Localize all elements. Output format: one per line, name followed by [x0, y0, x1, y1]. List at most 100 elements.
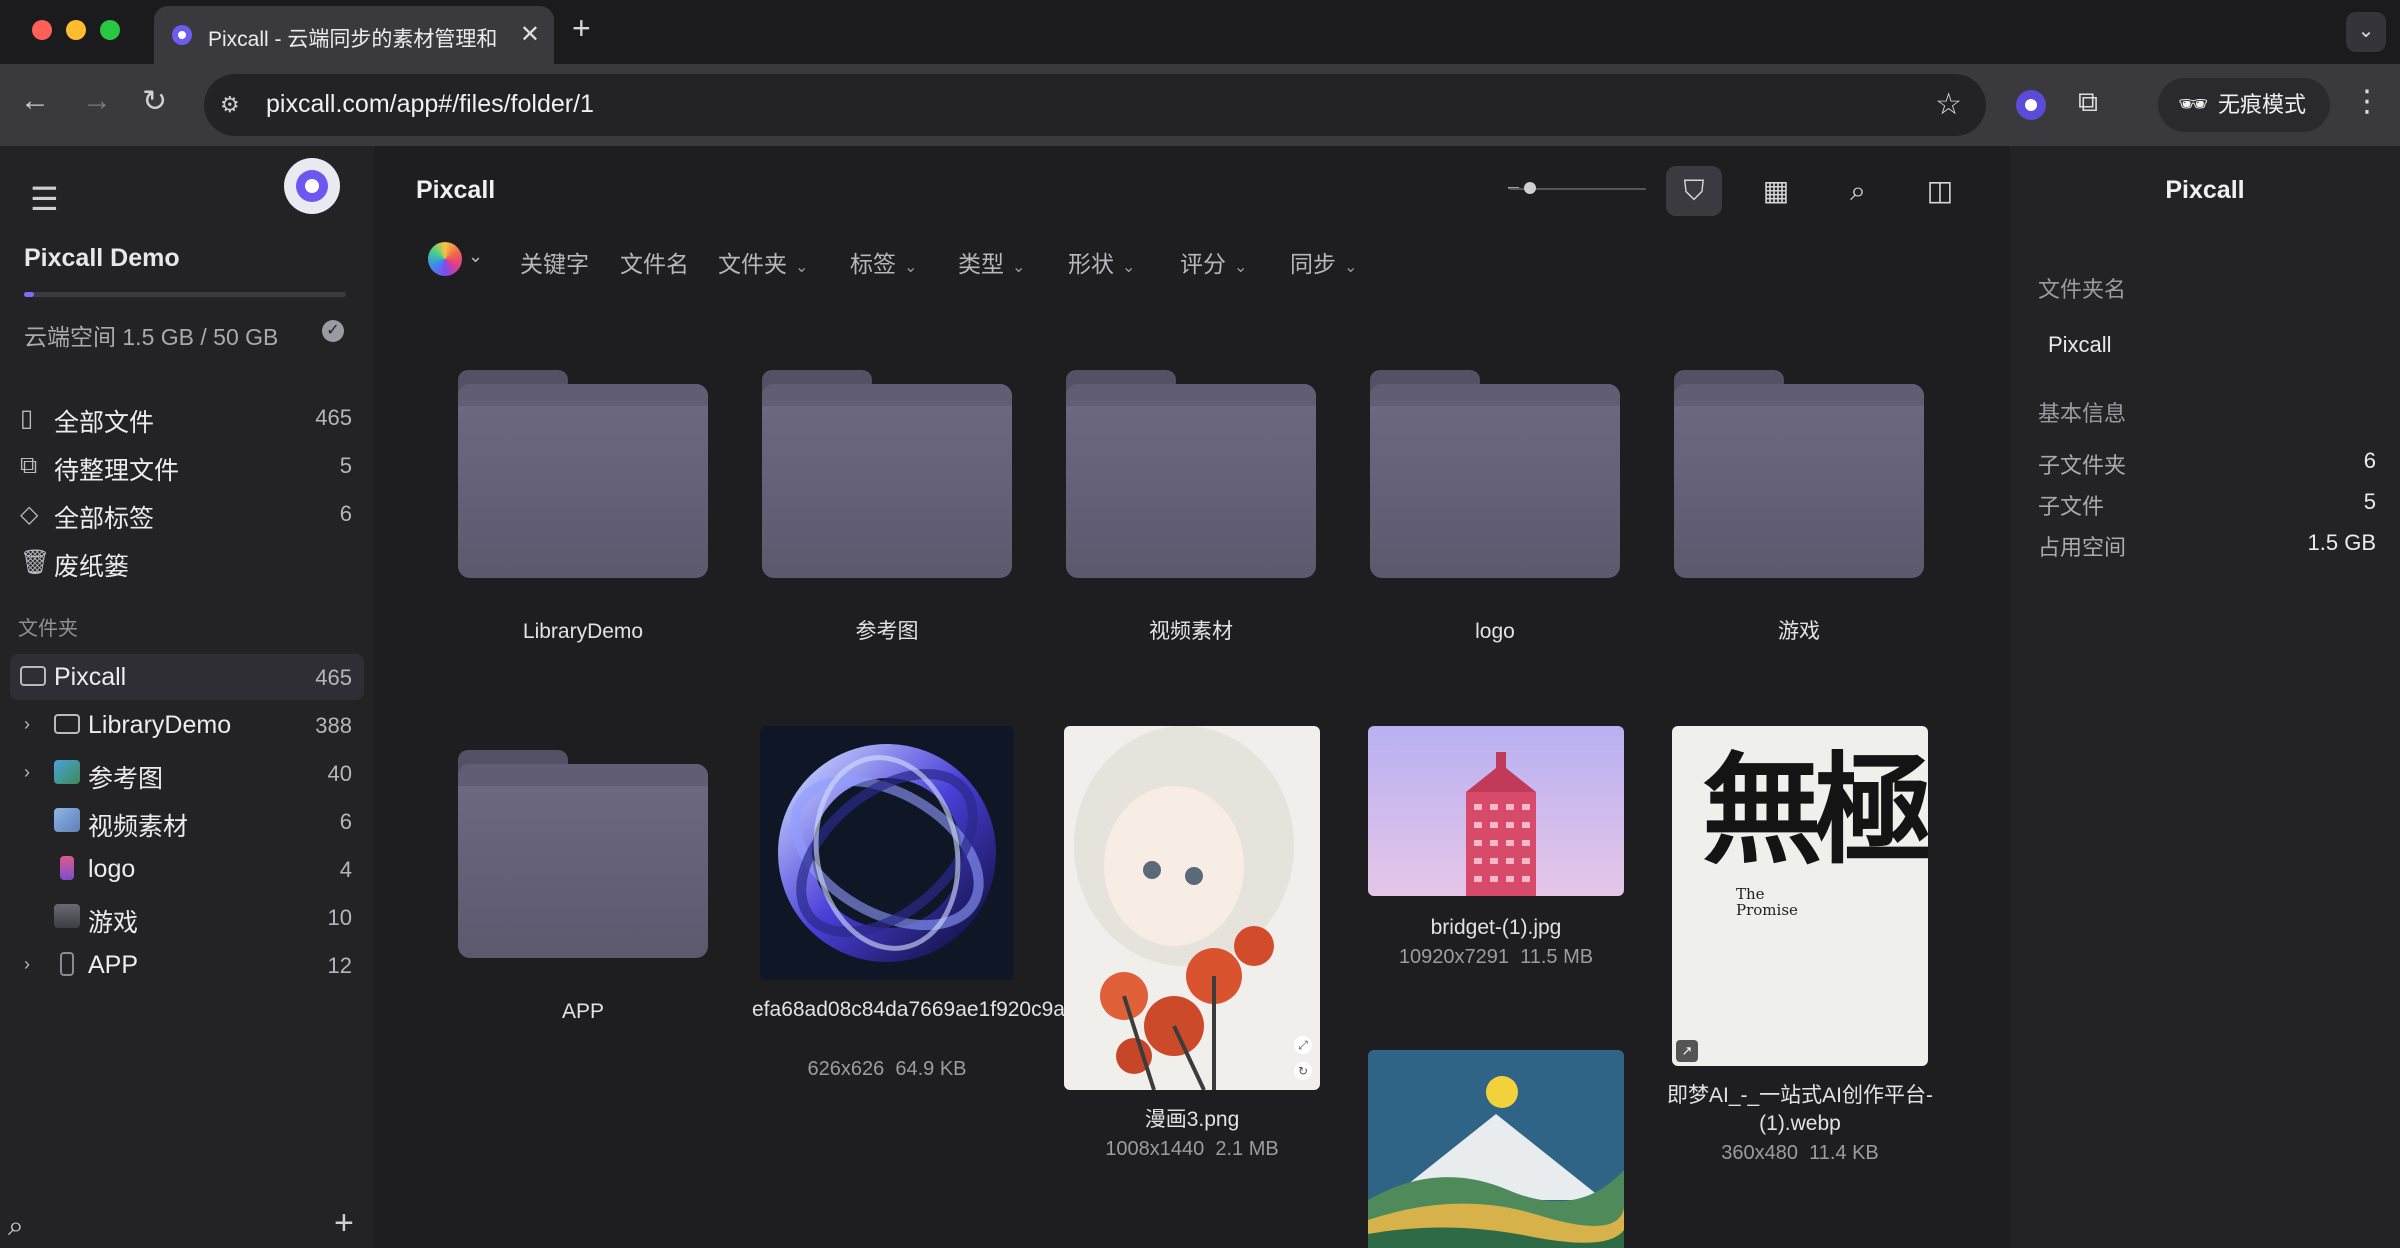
pixcall-extension-icon[interactable] — [2016, 90, 2046, 120]
url-text[interactable]: pixcall.com/app#/files/folder/1 — [266, 90, 594, 119]
filter-sync[interactable]: 同步 ⌄ — [1290, 245, 1357, 279]
chevron-down-icon: ⌄ — [904, 259, 918, 276]
folder-name: APP — [561, 1000, 605, 1023]
browser-toolbar: ← → ↻ ⚙ pixcall.com/app#/files/folder/1 … — [0, 64, 2400, 146]
file-thumbnail[interactable] — [760, 726, 1014, 980]
maximize-window-button[interactable] — [100, 20, 120, 40]
reload-icon[interactable]: ↻ — [142, 84, 167, 119]
storage-used-value: 1.5 GB — [2307, 530, 2376, 555]
new-tab-button[interactable]: + — [572, 10, 591, 47]
expand-icon[interactable]: ⤢ — [1294, 1036, 1312, 1054]
search-icon[interactable]: ⌕ — [8, 1210, 24, 1243]
file-name: 漫画3.png — [1144, 1108, 1240, 1131]
nav-count: 465 — [315, 405, 352, 430]
sync-ok-icon: ✓ — [322, 320, 344, 342]
poster-title: The Promise — [1736, 886, 1806, 918]
building-image — [1466, 752, 1536, 896]
search-button[interactable]: ⌕ — [1830, 166, 1886, 216]
file-thumbnail[interactable]: 無極 The Promise ↗ — [1672, 726, 1928, 1066]
sidebar: ☰ Pixcall Demo 云端空间 1.5 GB / 50 GB ✓ ▯ 全… — [0, 146, 374, 1248]
folder-icon — [458, 750, 708, 958]
info-panel-title: Pixcall — [2165, 176, 2245, 204]
avatar[interactable] — [284, 158, 340, 214]
file-thumbnail[interactable] — [1368, 1050, 1624, 1248]
chevron-right-icon[interactable]: › — [24, 762, 30, 783]
folder-label: APP — [88, 951, 139, 979]
folder-count: 465 — [315, 665, 352, 690]
chevron-down-icon[interactable]: ⌄ — [468, 246, 483, 267]
incognito-indicator[interactable]: 🕶 无痕模式 — [2158, 78, 2330, 132]
sidebar-folder-app[interactable]: › APP 12 — [10, 942, 364, 988]
external-link-icon[interactable]: ↗ — [1676, 1040, 1698, 1062]
filter-button[interactable]: ⛉ — [1666, 166, 1722, 216]
sidebar-folder-librarydemo[interactable]: › LibraryDemo 388 — [10, 702, 364, 748]
storage-usage-bar — [24, 292, 346, 297]
browser-menu-icon[interactable]: ⋮ — [2352, 84, 2382, 119]
folder-icon — [1066, 370, 1316, 578]
filter-label: 文件夹 — [718, 251, 787, 277]
filter-label: 标签 — [850, 251, 896, 277]
video-folder-icon — [54, 808, 80, 832]
filter-rating[interactable]: 评分 ⌄ — [1180, 245, 1247, 279]
filter-filename[interactable]: 文件名 — [620, 245, 689, 279]
filter-folder[interactable]: 文件夹 ⌄ — [718, 245, 808, 279]
file-thumbnail[interactable]: ⤢ ↻ — [1064, 726, 1320, 1090]
back-icon[interactable]: ← — [20, 84, 50, 118]
close-tab-icon[interactable]: ✕ — [520, 20, 540, 49]
extensions-puzzle-icon[interactable]: ⧉ — [2078, 86, 2098, 119]
chevron-right-icon[interactable]: › — [24, 714, 30, 735]
minimize-window-button[interactable] — [66, 20, 86, 40]
hamburger-menu-icon[interactable]: ☰ — [30, 180, 59, 218]
file-size: 2.1 MB — [1215, 1138, 1279, 1160]
file-meta: 360x480 11.4 KB — [1665, 1142, 1935, 1165]
folder-name-field[interactable]: Pixcall — [2048, 332, 2112, 358]
app-folder-icon — [60, 952, 74, 976]
filter-tag[interactable]: 标签 ⌄ — [850, 245, 917, 279]
address-bar[interactable]: ⚙ pixcall.com/app#/files/folder/1 ☆ — [204, 74, 1986, 136]
file-thumbnail[interactable] — [1368, 726, 1624, 896]
folder-label: 游戏 — [88, 909, 139, 937]
nav-all-files[interactable]: ▯ 全部文件 465 — [10, 394, 364, 440]
toggle-panel-button[interactable]: ◫ — [1912, 166, 1968, 216]
bookmark-star-icon[interactable]: ☆ — [1935, 87, 1962, 122]
chevron-down-icon: ⌄ — [1234, 259, 1248, 276]
filter-type[interactable]: 类型 ⌄ — [958, 245, 1025, 279]
folder-name: LibraryDemo — [522, 620, 644, 643]
subfiles-value: 5 — [2363, 489, 2376, 514]
slider-handle[interactable] — [1524, 182, 1536, 194]
folder-count: 10 — [327, 905, 352, 930]
file-size: 11.5 MB — [1520, 946, 1594, 968]
nav-trash[interactable]: 🗑 废纸篓 — [10, 538, 364, 584]
browser-tab[interactable]: Pixcall - 云端同步的素材管理和 ✕ — [154, 6, 554, 64]
chevron-right-icon[interactable]: › — [24, 954, 30, 975]
grid-view-button[interactable]: ▦ — [1748, 166, 1804, 216]
tab-search-button[interactable]: ⌄ — [2346, 12, 2386, 52]
nav-all-tags[interactable]: ◇ 全部标签 6 — [10, 490, 364, 536]
site-settings-icon[interactable]: ⚙ — [220, 92, 240, 118]
library-name[interactable]: Pixcall Demo — [24, 244, 180, 273]
tab-title: Pixcall - 云端同步的素材管理和 — [208, 28, 498, 51]
nav-unsorted-files[interactable]: ⧉ 待整理文件 5 — [10, 442, 364, 488]
sidebar-folder-games[interactable]: 游戏 10 — [10, 894, 364, 940]
chevron-down-icon: ⌄ — [1344, 259, 1358, 276]
close-window-button[interactable] — [32, 20, 52, 40]
folder-icon — [1674, 370, 1924, 578]
sidebar-folder-pixcall[interactable]: Pixcall 465 — [10, 654, 364, 700]
browser-tab-bar: Pixcall - 云端同步的素材管理和 ✕ + ⌄ — [0, 0, 2400, 64]
logo-folder-icon — [60, 856, 74, 880]
sidebar-folder-video[interactable]: 视频素材 6 — [10, 798, 364, 844]
manga-image — [1074, 726, 1294, 1090]
add-icon[interactable]: + — [334, 1204, 354, 1243]
ring-image — [778, 744, 996, 962]
file-dimensions: 360x480 — [1721, 1142, 1798, 1164]
filter-shape[interactable]: 形状 ⌄ — [1068, 245, 1135, 279]
filter-keyword[interactable]: 关键字 — [520, 245, 589, 279]
sidebar-folder-logo[interactable]: logo 4 — [10, 846, 364, 892]
folder-label: 参考图 — [88, 765, 164, 793]
file-name: 即梦AI_-_一站式AI创作平台-(1).webp — [1666, 1084, 1934, 1135]
sync-icon[interactable]: ↻ — [1294, 1062, 1312, 1080]
forward-icon[interactable]: → — [82, 84, 112, 118]
color-filter[interactable] — [428, 242, 462, 276]
page-title: Pixcall — [416, 176, 496, 204]
sidebar-folder-reference[interactable]: › 参考图 40 — [10, 750, 364, 796]
